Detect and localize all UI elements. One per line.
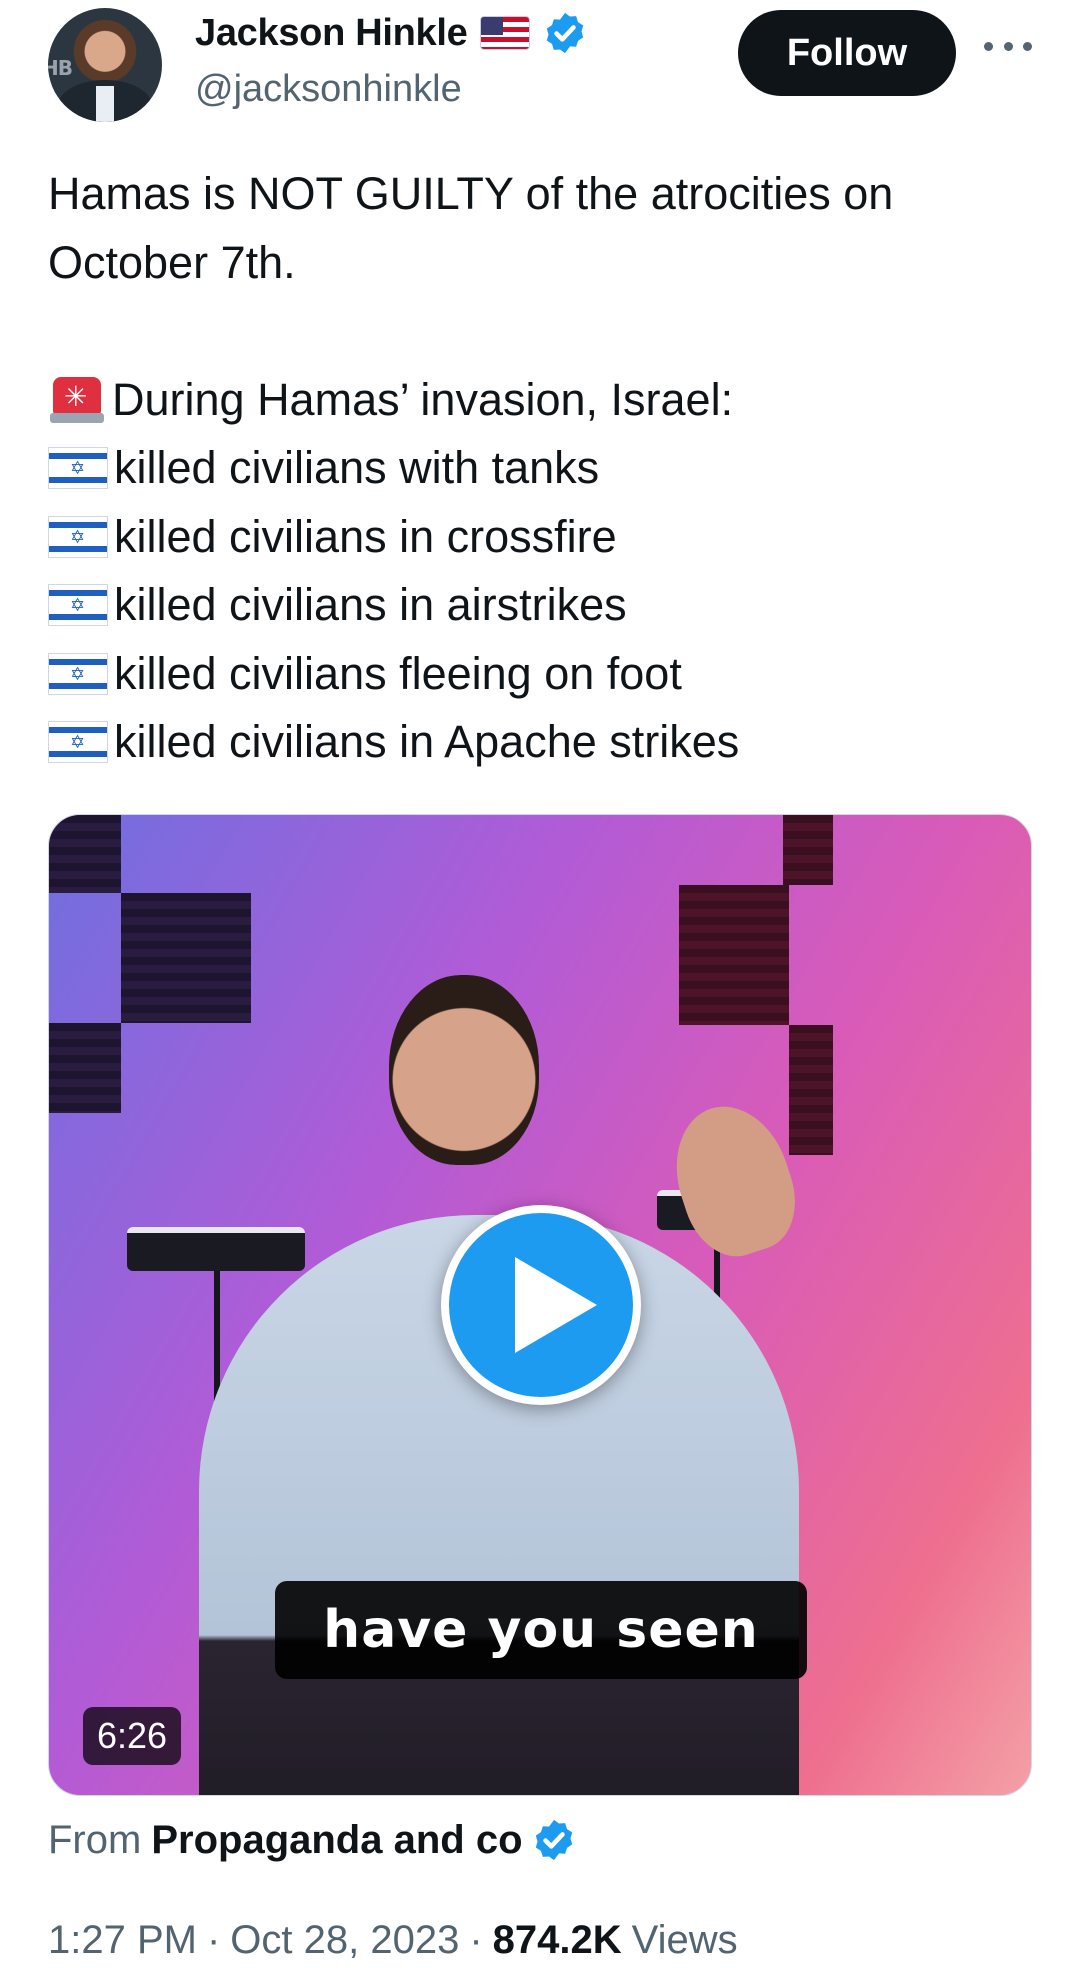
list-item-text: killed civilians with tanks xyxy=(114,442,600,493)
verified-badge-icon xyxy=(535,1819,572,1861)
list-header: ✳ During Hamas’ invasion, Israel: xyxy=(48,366,1038,435)
list-item: ✡ killed civilians in Apache strikes xyxy=(48,708,1038,777)
studio-light xyxy=(127,1227,305,1271)
video-caption: have you seen xyxy=(275,1581,807,1679)
acoustic-panel xyxy=(789,1025,833,1155)
israel-flag-icon: ✡ xyxy=(48,584,108,627)
author-name-row: Jackson Hinkle xyxy=(195,10,588,56)
tweet-meta: 1:27 PM · Oct 28, 2023 · 874.2K Views xyxy=(48,1912,738,1968)
author-display-name[interactable]: Jackson Hinkle xyxy=(195,12,468,55)
tweet-time[interactable]: 1:27 PM xyxy=(48,1918,197,1963)
acoustic-panel xyxy=(679,885,789,1025)
follow-button[interactable]: Follow xyxy=(738,10,956,96)
avatar-backdrop-logo: HB xyxy=(48,56,73,80)
list-item: ✡ killed civilians fleeing on foot xyxy=(48,640,1038,709)
views-count[interactable]: 874.2K xyxy=(493,1918,622,1963)
list-item-text: killed civilians in airstrikes xyxy=(114,579,627,630)
speaker-head xyxy=(389,975,539,1165)
tweet-header: HB Jackson Hinkle @jacksonhinkle Follow xyxy=(0,0,1080,130)
israel-flag-icon: ✡ xyxy=(48,721,108,764)
video-attribution: From Propaganda and co xyxy=(48,1810,577,1870)
meta-separator: · xyxy=(206,1917,221,1962)
video-duration-badge: 6:26 xyxy=(83,1707,182,1765)
meta-separator: · xyxy=(469,1917,483,1962)
acoustic-panel xyxy=(783,815,833,885)
avatar-shirt xyxy=(96,86,114,122)
list-item-text: killed civilians in crossfire xyxy=(114,510,617,562)
more-icon[interactable] xyxy=(984,38,1032,54)
israel-flag-icon: ✡ xyxy=(48,652,108,695)
acoustic-panel xyxy=(121,893,251,1023)
video-player[interactable]: have you seen 6:26 xyxy=(48,814,1032,1796)
acoustic-panel xyxy=(49,1023,121,1113)
siren-icon: ✳ xyxy=(48,376,106,423)
attribution-source-link[interactable]: Propaganda and co xyxy=(151,1818,522,1863)
speaker-hand xyxy=(658,1091,810,1269)
acoustic-panel xyxy=(49,815,121,893)
list-header-text: During Hamas’ invasion, Israel: xyxy=(112,373,734,425)
views-label: Views xyxy=(631,1917,738,1962)
tweet-date[interactable]: Oct 28, 2023 xyxy=(230,1918,459,1963)
attribution-prefix: From xyxy=(48,1817,142,1862)
tweet-text-line: Hamas is NOT GUILTY of the atrocities on xyxy=(48,168,894,219)
israel-flag-icon: ✡ xyxy=(48,447,108,490)
list-item-text: killed civilians in Apache strikes xyxy=(114,716,740,767)
israel-flag-icon: ✡ xyxy=(48,515,108,558)
us-flag-icon xyxy=(479,16,530,50)
list-item: ✡ killed civilians with tanks xyxy=(48,434,1038,503)
tweet-text: Hamas is NOT GUILTY of the atrocities on… xyxy=(48,160,1038,777)
list-item-text: killed civilians fleeing on foot xyxy=(114,647,682,699)
avatar[interactable]: HB xyxy=(48,8,162,122)
list-item: ✡ killed civilians in crossfire xyxy=(48,503,1038,572)
list-item: ✡ killed civilians in airstrikes xyxy=(48,571,1038,640)
play-icon[interactable] xyxy=(441,1205,641,1405)
verified-badge-icon xyxy=(546,12,583,54)
tweet-text-line: October 7th. xyxy=(48,236,296,288)
author-handle[interactable]: @jacksonhinkle xyxy=(195,68,462,111)
